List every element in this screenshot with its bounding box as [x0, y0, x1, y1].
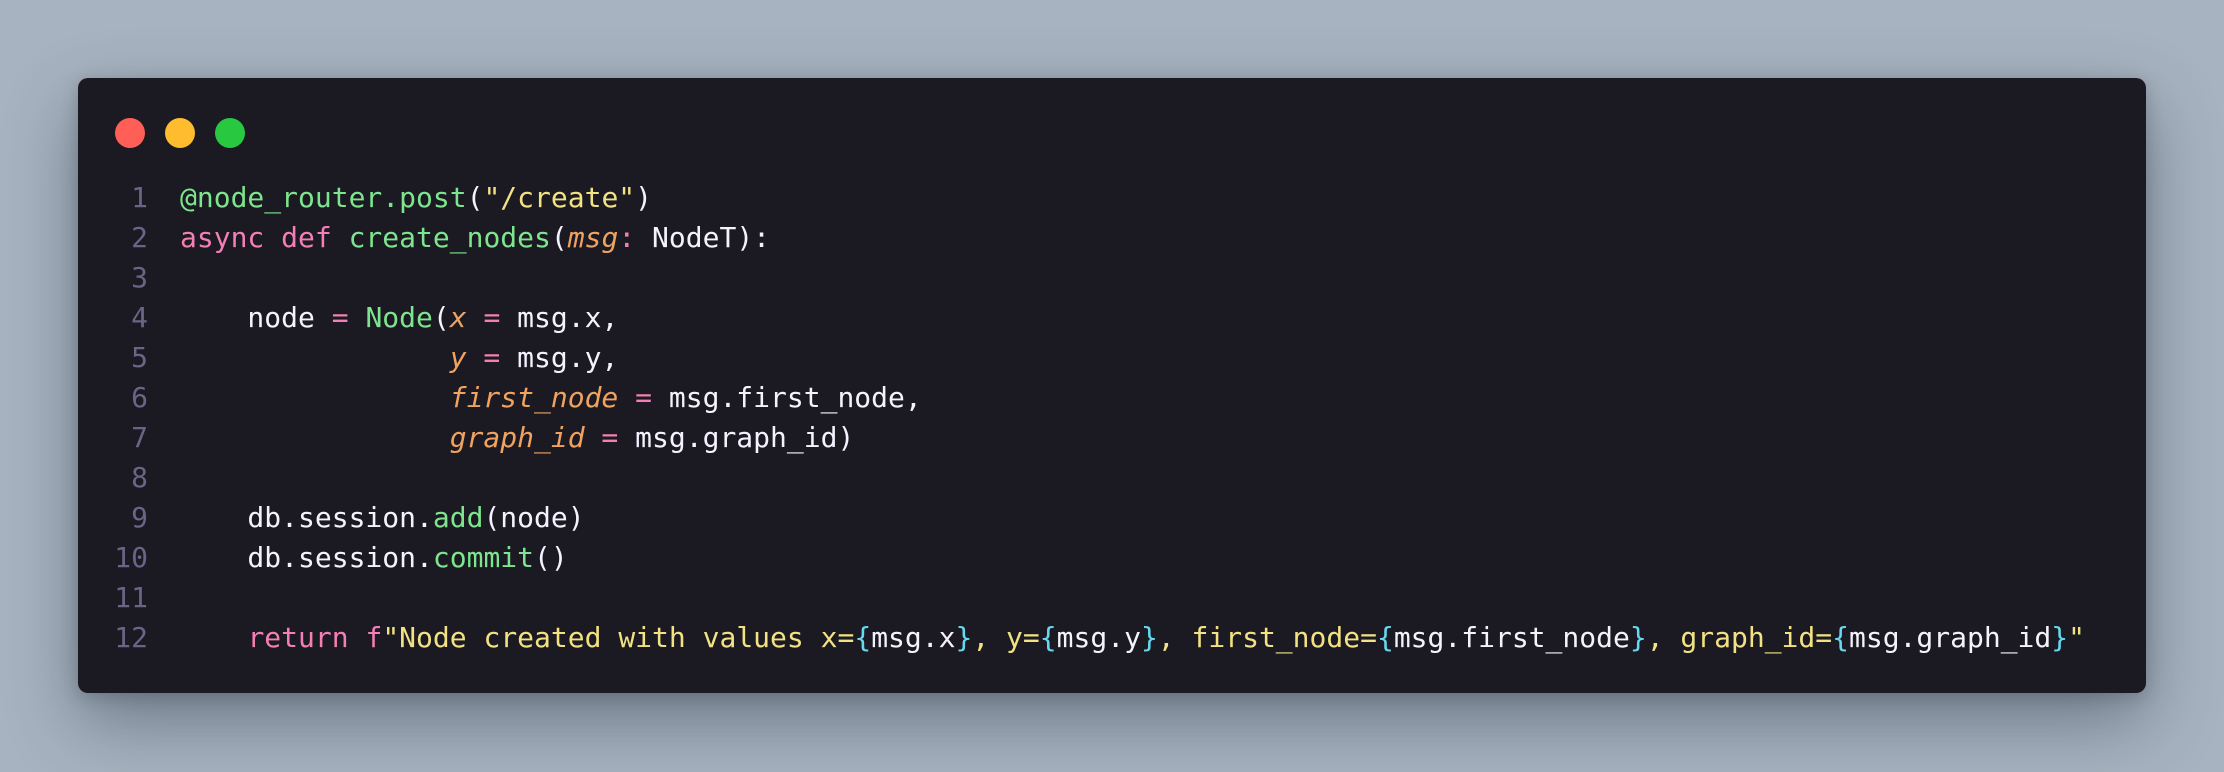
code-token: msg.x [871, 621, 956, 654]
line-source: y = msg.y, [180, 338, 619, 378]
line-number: 9 [131, 501, 148, 534]
code-token: = [584, 421, 636, 454]
code-line: 10 db.session.commit() [78, 538, 2146, 578]
line-number: 6 [131, 381, 148, 414]
line-number: 12 [114, 621, 148, 654]
code-token: db.session. [180, 501, 433, 534]
code-line: 9 db.session.add(node) [78, 498, 2146, 538]
code-token: msg.first_node [1393, 621, 1630, 654]
code-token: , y= [972, 621, 1040, 654]
code-token: } [1140, 621, 1158, 654]
code-line: 1 @node_router.post("/create") [78, 178, 2146, 218]
code-line: 3 [78, 258, 2146, 298]
code-line: 6 first_node = msg.first_node, [78, 378, 2146, 418]
line-source: graph_id = msg.graph_id) [180, 418, 855, 458]
code-token: create_nodes [348, 221, 551, 254]
maximize-dot[interactable] [215, 118, 245, 148]
code-token: first_node [449, 381, 619, 414]
code-token: msg.y [1056, 621, 1141, 654]
code-token: @node_router.post [180, 181, 467, 214]
line-source: async def create_nodes(msg: NodeT): [180, 218, 770, 258]
code-token: msg.first_node, [668, 381, 922, 414]
code-token: node [180, 301, 332, 334]
code-line: 11 [78, 578, 2146, 618]
code-line: 5 y = msg.y, [78, 338, 2146, 378]
code-line: 7 graph_id = msg.graph_id) [78, 418, 2146, 458]
code-token: NodeT): [652, 221, 771, 254]
code-token: = [331, 301, 366, 334]
code-token: add [432, 501, 484, 534]
code-token: Node [365, 301, 433, 334]
line-source: first_node = msg.first_node, [180, 378, 922, 418]
line-source: return f"Node created with values x={msg… [180, 618, 2085, 658]
code-block: 1 @node_router.post("/create") 2 async def … [78, 178, 2146, 658]
code-token: " [2068, 621, 2085, 654]
line-source: @node_router.post("/create") [180, 178, 652, 218]
code-token: x [449, 301, 467, 334]
line-number: 1 [131, 181, 148, 214]
code-token: "/create" [483, 181, 636, 214]
code-token: msg [567, 221, 619, 254]
code-line: 8 [78, 458, 2146, 498]
code-token: ( [550, 221, 568, 254]
code-token: { [854, 621, 872, 654]
line-source: db.session.add(node) [180, 498, 585, 538]
code-window: 1 @node_router.post("/create") 2 async def … [78, 78, 2146, 693]
code-token: ( [466, 181, 484, 214]
code-token: } [2051, 621, 2069, 654]
line-number: 3 [131, 261, 148, 294]
code-token: { [1039, 621, 1057, 654]
code-token: { [1376, 621, 1394, 654]
code-token: { [1832, 621, 1849, 654]
code-token: } [955, 621, 973, 654]
code-token: = [466, 301, 518, 334]
code-token: async def [180, 221, 349, 254]
line-number: 4 [131, 301, 148, 334]
code-token: ( [432, 301, 450, 334]
code-token: msg.graph_id) [635, 421, 855, 454]
line-number: 5 [131, 341, 148, 374]
line-source: node = Node(x = msg.x, [180, 298, 618, 338]
line-number: 10 [114, 541, 148, 574]
code-token: f [365, 621, 383, 654]
code-token: msg.graph_id [1848, 621, 2052, 654]
code-token: , graph_id= [1646, 621, 1833, 654]
close-dot[interactable] [115, 118, 145, 148]
line-number: 11 [114, 581, 148, 614]
code-line: 4 node = Node(x = msg.x, [78, 298, 2146, 338]
minimize-dot[interactable] [165, 118, 195, 148]
code-token: () [534, 541, 568, 574]
code-token: "Node created with values x= [382, 621, 855, 654]
code-token: : [618, 221, 653, 254]
code-token: y [449, 341, 467, 374]
code-line: 12 return f"Node created with values x={… [78, 618, 2146, 658]
code-token: return [247, 621, 366, 654]
code-token: msg.y, [517, 341, 619, 374]
code-token: msg.x, [517, 301, 619, 334]
code-token: (node) [483, 501, 585, 534]
code-token: } [1629, 621, 1647, 654]
code-token: = [466, 341, 518, 374]
code-token: ) [635, 181, 653, 214]
code-line: 2 async def create_nodes(msg: NodeT): [78, 218, 2146, 258]
line-source: db.session.commit() [180, 538, 568, 578]
code-token: db.session. [180, 541, 433, 574]
line-number: 2 [131, 221, 148, 254]
code-token: graph_id [449, 421, 585, 454]
line-number: 8 [131, 461, 148, 494]
code-token: , first_node= [1157, 621, 1377, 654]
code-token: commit [432, 541, 535, 574]
code-token: = [618, 381, 669, 414]
line-number: 7 [131, 421, 148, 454]
